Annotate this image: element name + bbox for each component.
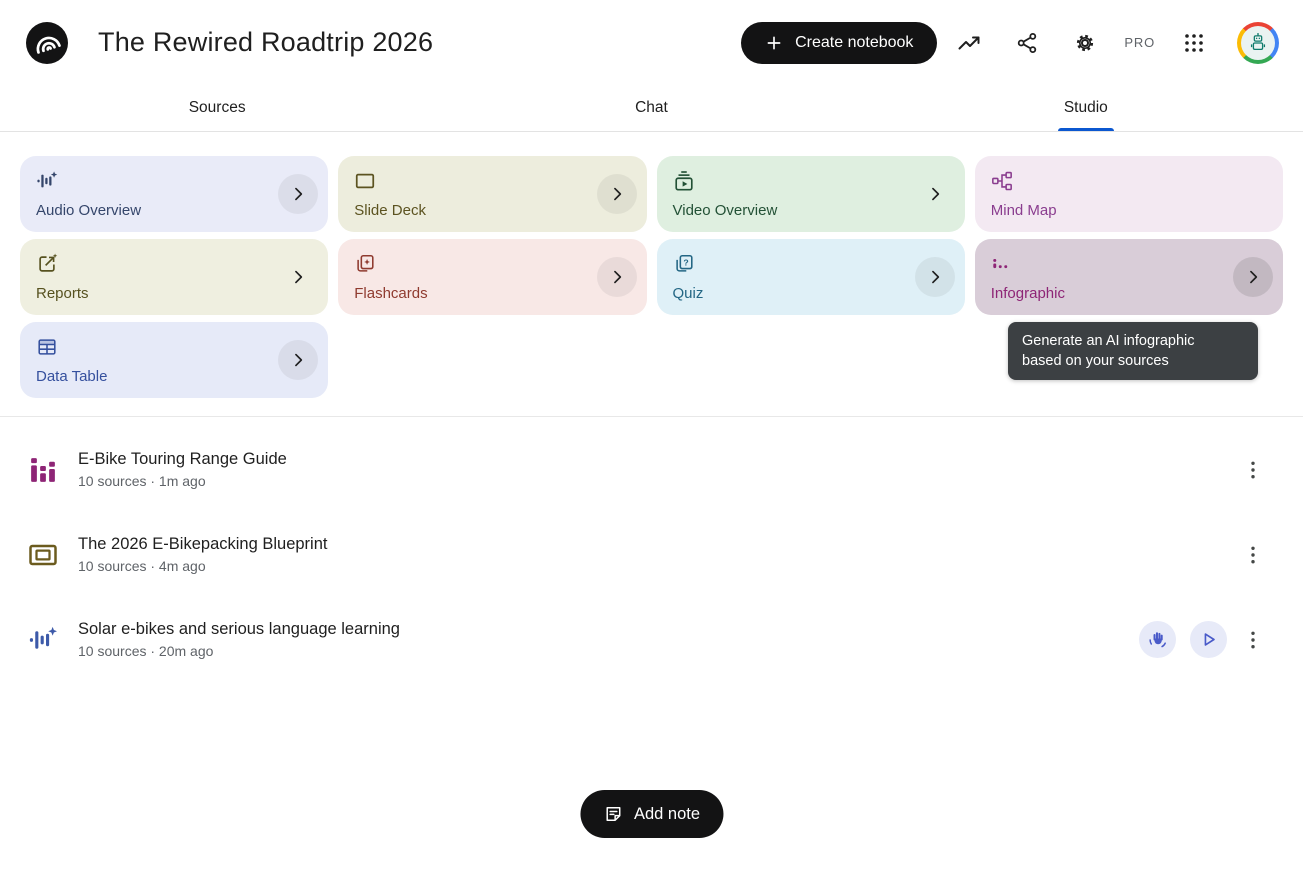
studio-card-flashcards[interactable]: Flashcards [338, 239, 646, 315]
chevron-right-icon[interactable] [915, 257, 955, 297]
studio-card-data-table[interactable]: Data Table [20, 322, 328, 398]
tab-chat[interactable]: Chat [434, 85, 868, 131]
plus-icon [765, 34, 783, 52]
video-overview-icon [673, 170, 695, 192]
mind-map-icon [991, 170, 1013, 192]
note-icon [603, 804, 623, 824]
studio-card-label: Audio Overview [36, 202, 141, 219]
app-header: The Rewired Roadtrip 2026 Create noteboo… [0, 0, 1303, 85]
chevron-right-icon[interactable] [597, 257, 637, 297]
chevron-right-icon[interactable] [278, 174, 318, 214]
studio-card-audio-overview[interactable]: Audio Overview [20, 156, 328, 232]
studio-card-reports[interactable]: Reports [20, 239, 328, 315]
artifact-title: E-Bike Touring Range Guide [78, 450, 287, 469]
more-options-icon[interactable] [1241, 628, 1265, 652]
create-notebook-button[interactable]: Create notebook [741, 22, 937, 64]
studio-card-mind-map[interactable]: Mind Map [975, 156, 1283, 232]
audio-overview-icon [36, 170, 58, 192]
artifact-meta: 10 sources · 4m ago [78, 558, 327, 574]
chevron-right-icon[interactable] [597, 174, 637, 214]
add-note-button[interactable]: Add note [580, 790, 723, 838]
flashcards-icon [354, 253, 376, 275]
tab-sources[interactable]: Sources [0, 85, 434, 131]
quiz-icon: ? [673, 253, 695, 275]
studio-card-slide-deck[interactable]: Slide Deck [338, 156, 646, 232]
interactive-mode-button[interactable] [1139, 621, 1176, 658]
studio-card-label: Slide Deck [354, 202, 426, 219]
reports-icon [36, 253, 58, 275]
studio-card-label: Reports [36, 285, 89, 302]
studio-card-infographic[interactable]: Infographic [975, 239, 1283, 315]
studio-card-label: Video Overview [673, 202, 778, 219]
slide-frame-icon [28, 540, 58, 570]
tooltip-text-line1: Generate an AI infographic [1022, 331, 1244, 351]
slide-deck-icon [354, 170, 376, 192]
artifact-row-slide-deck[interactable]: The 2026 E-Bikepacking Blueprint 10 sour… [0, 512, 1303, 597]
tab-bar: Sources Chat Studio [0, 85, 1303, 132]
trending-icon[interactable] [957, 31, 981, 55]
svg-text:?: ? [683, 257, 688, 267]
studio-card-video-overview[interactable]: Video Overview [657, 156, 965, 232]
more-options-icon[interactable] [1241, 458, 1265, 482]
artifact-row-audio-overview[interactable]: Solar e-bikes and serious language learn… [0, 597, 1303, 682]
studio-card-label: Flashcards [354, 285, 427, 302]
active-tab-underline [1058, 128, 1114, 131]
audio-waveform-icon [28, 625, 58, 655]
tab-studio[interactable]: Studio [869, 85, 1303, 131]
apps-grid-icon[interactable] [1182, 31, 1206, 55]
studio-card-quiz[interactable]: ? Quiz [657, 239, 965, 315]
artifact-title: Solar e-bikes and serious language learn… [78, 620, 400, 639]
robot-avatar-image [1241, 26, 1275, 60]
artifact-title: The 2026 E-Bikepacking Blueprint [78, 535, 327, 554]
infographic-bars-icon [28, 455, 58, 485]
chevron-right-icon[interactable] [915, 174, 955, 214]
settings-gear-icon[interactable] [1073, 31, 1097, 55]
artifact-meta: 10 sources · 20m ago [78, 643, 400, 659]
infographic-tooltip: Generate an AI infographic based on your… [1008, 322, 1258, 380]
more-options-icon[interactable] [1241, 543, 1265, 567]
share-icon[interactable] [1015, 31, 1039, 55]
avatar[interactable] [1237, 22, 1279, 64]
studio-card-label: Mind Map [991, 202, 1057, 219]
notebook-title: The Rewired Roadtrip 2026 [98, 27, 433, 58]
artifact-row-infographic[interactable]: E-Bike Touring Range Guide 10 sources · … [0, 427, 1303, 512]
data-table-icon [36, 336, 58, 358]
studio-card-label: Quiz [673, 285, 704, 302]
pro-badge: PRO [1124, 35, 1155, 50]
chevron-right-icon[interactable] [278, 257, 318, 297]
artifact-meta: 10 sources · 1m ago [78, 473, 287, 489]
studio-card-label: Data Table [36, 368, 107, 385]
play-button[interactable] [1190, 621, 1227, 658]
studio-artifact-list: E-Bike Touring Range Guide 10 sources · … [0, 417, 1303, 682]
chevron-right-icon[interactable] [278, 340, 318, 380]
infographic-icon [991, 253, 1013, 275]
tooltip-text-line2: based on your sources [1022, 351, 1244, 371]
chevron-right-icon[interactable] [1233, 257, 1273, 297]
notebooklm-logo[interactable] [26, 22, 68, 64]
studio-card-label: Infographic [991, 285, 1065, 302]
